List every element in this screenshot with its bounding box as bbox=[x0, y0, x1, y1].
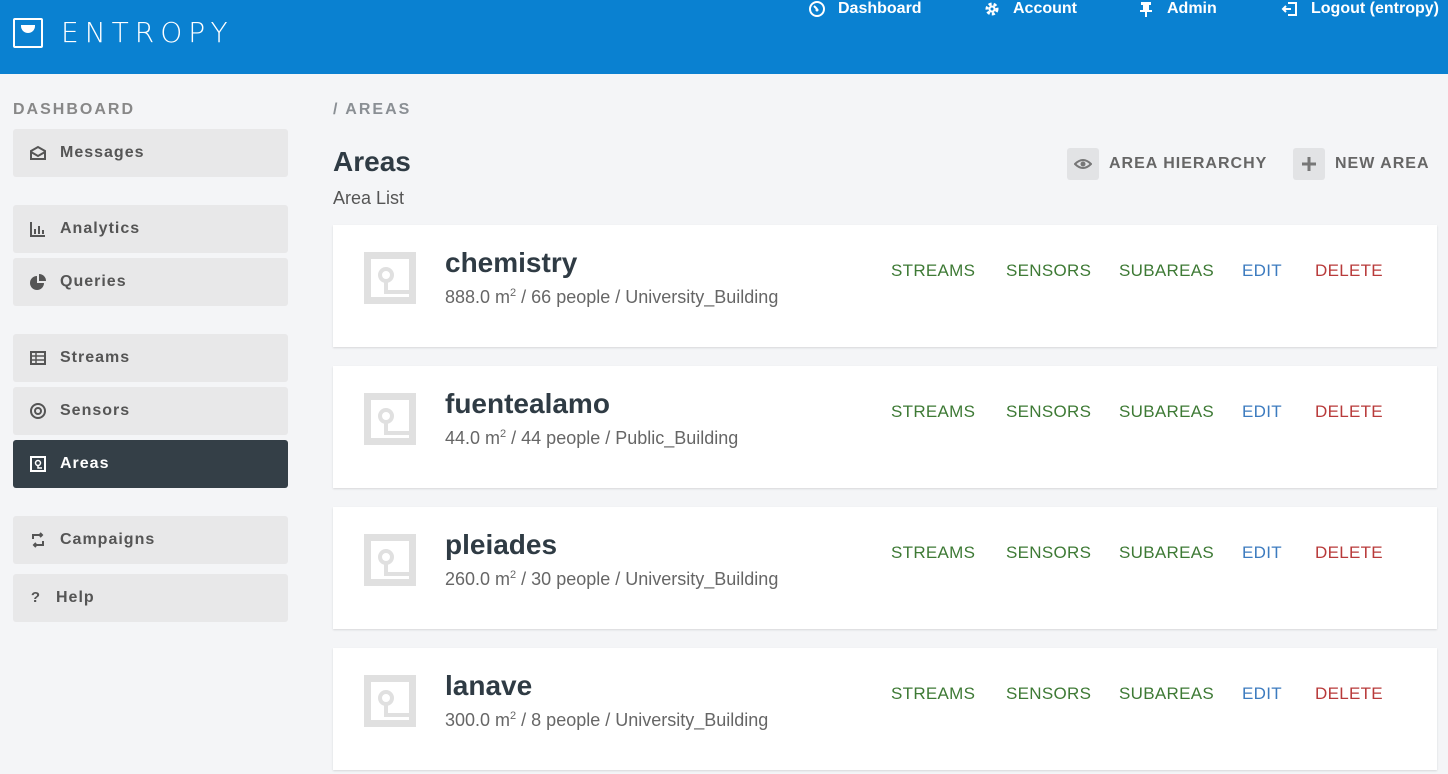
top-navbar: ENTROPY Dashboard Account Admin Logout (… bbox=[0, 0, 1448, 74]
sidebar-item-queries[interactable]: Queries bbox=[13, 258, 288, 306]
area-details: 260.0 m2 / 30 people / University_Buildi… bbox=[445, 569, 778, 590]
entropy-logo-icon bbox=[13, 17, 43, 48]
streams-link[interactable]: STREAMS bbox=[891, 261, 975, 281]
sidebar-item-label: Messages bbox=[60, 144, 145, 161]
sidebar-item-areas[interactable]: Areas bbox=[13, 440, 288, 488]
sidebar-item-sensors[interactable]: Sensors bbox=[13, 387, 288, 435]
sidebar-item-messages[interactable]: Messages bbox=[13, 129, 288, 177]
nav-account[interactable]: Account bbox=[983, 0, 1077, 18]
subareas-link[interactable]: SUBAREAS bbox=[1119, 402, 1214, 422]
area-size: 888.0 m bbox=[445, 287, 511, 307]
sidebar-item-label: Queries bbox=[60, 273, 127, 290]
target-icon bbox=[30, 403, 46, 419]
area-info: / 30 people / University_Building bbox=[516, 569, 779, 589]
image-placeholder-icon bbox=[364, 252, 416, 304]
subareas-link[interactable]: SUBAREAS bbox=[1119, 684, 1214, 704]
table-icon bbox=[30, 351, 46, 365]
repeat-icon bbox=[32, 532, 44, 548]
area-details: 300.0 m2 / 8 people / University_Buildin… bbox=[445, 710, 768, 731]
delete-link[interactable]: DELETE bbox=[1315, 402, 1383, 422]
nav-logout-label: Logout (entropy) bbox=[1311, 0, 1439, 17]
sensors-link[interactable]: SENSORS bbox=[1006, 402, 1091, 422]
area-name[interactable]: chemistry bbox=[445, 247, 577, 279]
envelope-icon bbox=[30, 145, 46, 160]
area-icon bbox=[30, 456, 46, 472]
sidebar-item-label: Streams bbox=[60, 349, 131, 366]
sidebar-item-analytics[interactable]: Analytics bbox=[13, 205, 288, 253]
dashboard-gauge-icon bbox=[809, 1, 825, 17]
sensors-link[interactable]: SENSORS bbox=[1006, 543, 1091, 563]
subareas-link[interactable]: SUBAREAS bbox=[1119, 543, 1214, 563]
edit-link[interactable]: EDIT bbox=[1242, 684, 1282, 704]
sensors-link[interactable]: SENSORS bbox=[1006, 261, 1091, 281]
plus-icon bbox=[1293, 148, 1325, 180]
nav-dashboard-label: Dashboard bbox=[838, 0, 922, 17]
sidebar-item-label: Areas bbox=[60, 455, 110, 472]
area-card: lanave 300.0 m2 / 8 people / University_B… bbox=[333, 648, 1437, 770]
area-name[interactable]: fuentealamo bbox=[445, 388, 610, 420]
area-name[interactable]: pleiades bbox=[445, 529, 557, 561]
logout-icon bbox=[1281, 2, 1297, 16]
sidebar-item-label: Help bbox=[56, 589, 95, 606]
area-hierarchy-button[interactable]: AREA HIERARCHY bbox=[1067, 148, 1267, 180]
gear-icon bbox=[985, 2, 999, 16]
page-subtitle: Area List bbox=[333, 188, 405, 208]
nav-account-label: Account bbox=[1013, 0, 1077, 17]
nav-logout[interactable]: Logout (entropy) bbox=[1281, 0, 1439, 18]
nav-admin-label: Admin bbox=[1167, 0, 1217, 17]
area-card: fuentealamo 44.0 m2 / 44 people / Public_… bbox=[333, 366, 1437, 488]
streams-link[interactable]: STREAMS bbox=[891, 684, 975, 704]
subareas-link[interactable]: SUBAREAS bbox=[1119, 261, 1214, 281]
bar-chart-icon bbox=[30, 222, 45, 237]
eye-icon bbox=[1067, 148, 1099, 180]
edit-link[interactable]: EDIT bbox=[1242, 261, 1282, 281]
pin-icon bbox=[1140, 2, 1152, 17]
nav-dashboard[interactable]: Dashboard bbox=[808, 0, 922, 18]
area-info: / 8 people / University_Building bbox=[516, 710, 769, 730]
sidebar-item-help[interactable]: ? Help bbox=[13, 574, 288, 622]
area-size: 260.0 m bbox=[445, 569, 511, 589]
sidebar-heading: DASHBOARD bbox=[13, 101, 135, 118]
area-name[interactable]: lanave bbox=[445, 670, 532, 702]
area-info: / 44 people / Public_Building bbox=[506, 428, 739, 448]
area-card: chemistry 888.0 m2 / 66 people / Universi… bbox=[333, 225, 1437, 347]
breadcrumb: / AREAS bbox=[333, 101, 412, 118]
area-size: 300.0 m bbox=[445, 710, 511, 730]
question-icon: ? bbox=[30, 589, 42, 606]
sidebar-item-campaigns[interactable]: Campaigns bbox=[13, 516, 288, 564]
area-size: 44.0 m bbox=[445, 428, 501, 448]
streams-link[interactable]: STREAMS bbox=[891, 402, 975, 422]
area-card: pleiades 260.0 m2 / 30 people / Universit… bbox=[333, 507, 1437, 629]
nav-admin[interactable]: Admin bbox=[1137, 0, 1217, 18]
sidebar-item-label: Sensors bbox=[60, 402, 131, 419]
image-placeholder-icon bbox=[364, 534, 416, 586]
pie-chart-icon bbox=[30, 274, 46, 290]
image-placeholder-icon bbox=[364, 393, 416, 445]
sidebar-item-label: Analytics bbox=[60, 220, 141, 237]
area-details: 888.0 m2 / 66 people / University_Buildi… bbox=[445, 287, 778, 308]
sensors-link[interactable]: SENSORS bbox=[1006, 684, 1091, 704]
sidebar-item-label: Campaigns bbox=[60, 531, 156, 548]
sidebar-item-streams[interactable]: Streams bbox=[13, 334, 288, 382]
area-info: / 66 people / University_Building bbox=[516, 287, 779, 307]
edit-link[interactable]: EDIT bbox=[1242, 402, 1282, 422]
edit-link[interactable]: EDIT bbox=[1242, 543, 1282, 563]
brand[interactable]: ENTROPY bbox=[13, 16, 234, 49]
image-placeholder-icon bbox=[364, 675, 416, 727]
brand-name: ENTROPY bbox=[61, 16, 234, 49]
delete-link[interactable]: DELETE bbox=[1315, 543, 1383, 563]
new-area-button[interactable]: NEW AREA bbox=[1293, 148, 1430, 180]
area-details: 44.0 m2 / 44 people / Public_Building bbox=[445, 428, 738, 449]
streams-link[interactable]: STREAMS bbox=[891, 543, 975, 563]
area-hierarchy-label: AREA HIERARCHY bbox=[1109, 155, 1268, 172]
delete-link[interactable]: DELETE bbox=[1315, 684, 1383, 704]
new-area-label: NEW AREA bbox=[1335, 155, 1430, 172]
delete-link[interactable]: DELETE bbox=[1315, 261, 1383, 281]
page-title: Areas bbox=[333, 146, 411, 177]
